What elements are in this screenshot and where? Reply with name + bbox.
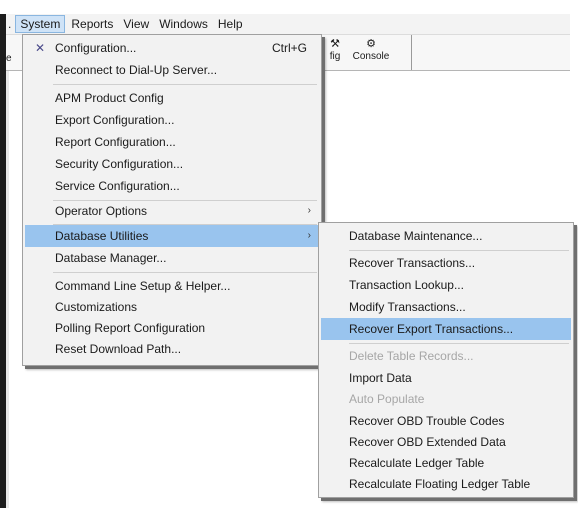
menu-item-label: Recover OBD Trouble Codes bbox=[349, 414, 505, 428]
submenu-item-delete-table-records: Delete Table Records... bbox=[321, 345, 571, 367]
toolbar-config-button[interactable]: ⚒ fig bbox=[324, 37, 346, 67]
toolbar-separator bbox=[411, 35, 412, 70]
menu-item-label: Import Data bbox=[349, 371, 412, 385]
menu-separator bbox=[349, 250, 569, 251]
submenu-item-modify-transactions[interactable]: Modify Transactions... bbox=[321, 296, 571, 318]
menu-item-label: Configuration... bbox=[55, 41, 137, 55]
menu-bar-fragment: . bbox=[8, 17, 12, 31]
database-utilities-submenu: Database Maintenance... Recover Transact… bbox=[318, 222, 574, 498]
menu-item-label: Export Configuration... bbox=[55, 113, 175, 127]
menu-item-label: Database Maintenance... bbox=[349, 229, 483, 243]
toolbar-fragment-label: e bbox=[6, 53, 12, 64]
submenu-item-recover-transactions[interactable]: Recover Transactions... bbox=[321, 252, 571, 274]
console-icon: ⚙ bbox=[366, 38, 376, 50]
menu-item-reset-download-path[interactable]: Reset Download Path... bbox=[25, 338, 319, 360]
toolbar-console-label: Console bbox=[352, 51, 390, 62]
submenu-item-recover-export-transactions[interactable]: Recover Export Transactions... bbox=[321, 318, 571, 340]
menu-item-label: Recover OBD Extended Data bbox=[349, 435, 506, 449]
submenu-item-recover-obd-trouble-codes[interactable]: Recover OBD Trouble Codes bbox=[321, 410, 571, 432]
menu-item-reconnect-dialup[interactable]: Reconnect to Dial-Up Server... bbox=[25, 59, 319, 81]
menu-item-polling-report-configuration[interactable]: Polling Report Configuration bbox=[25, 317, 319, 339]
config-icon: ⚒ bbox=[330, 38, 340, 50]
submenu-item-transaction-lookup[interactable]: Transaction Lookup... bbox=[321, 274, 571, 296]
system-menu: ✕ Configuration... Ctrl+G Reconnect to D… bbox=[22, 34, 322, 366]
configuration-icon: ✕ bbox=[35, 41, 46, 55]
menu-item-label: Modify Transactions... bbox=[349, 300, 466, 314]
menu-item-customizations[interactable]: Customizations bbox=[25, 296, 319, 318]
submenu-arrow-icon: › bbox=[307, 205, 311, 216]
menu-help[interactable]: Help bbox=[214, 15, 247, 33]
toolbar-config-label: fig bbox=[329, 51, 341, 62]
menu-item-label: Operator Options bbox=[55, 204, 148, 218]
menu-item-label: Database Utilities bbox=[55, 229, 149, 243]
menu-separator bbox=[349, 343, 569, 344]
menu-item-label: Reset Download Path... bbox=[55, 342, 182, 356]
menu-view[interactable]: View bbox=[119, 15, 153, 33]
toolbar-console-button[interactable]: ⚙ Console bbox=[349, 37, 393, 67]
menu-item-label: Reconnect to Dial-Up Server... bbox=[55, 63, 218, 77]
menu-bar: . System Reports View Windows Help bbox=[6, 14, 570, 35]
window-left-border bbox=[6, 14, 9, 508]
menu-item-label: Transaction Lookup... bbox=[349, 278, 464, 292]
menu-item-security-configuration[interactable]: Security Configuration... bbox=[25, 153, 319, 175]
menu-item-label: Service Configuration... bbox=[55, 179, 180, 193]
menu-item-label: Recalculate Ledger Table bbox=[349, 456, 485, 470]
submenu-item-database-maintenance[interactable]: Database Maintenance... bbox=[321, 225, 571, 247]
menu-item-configuration[interactable]: ✕ Configuration... Ctrl+G bbox=[25, 37, 319, 59]
menu-item-label: Report Configuration... bbox=[55, 135, 176, 149]
submenu-item-recalculate-ledger-table[interactable]: Recalculate Ledger Table bbox=[321, 452, 571, 474]
menu-item-database-manager[interactable]: Database Manager... bbox=[25, 247, 319, 269]
menu-system[interactable]: System bbox=[15, 15, 66, 33]
menu-item-operator-options[interactable]: Operator Options › bbox=[25, 200, 319, 222]
submenu-item-auto-populate: Auto Populate bbox=[321, 388, 571, 410]
menu-reports[interactable]: Reports bbox=[67, 15, 117, 33]
menu-item-label: Security Configuration... bbox=[55, 157, 184, 171]
menu-item-label: Delete Table Records... bbox=[349, 349, 474, 363]
menu-separator bbox=[53, 272, 317, 273]
menu-item-apm-product-config[interactable]: APM Product Config bbox=[25, 87, 319, 109]
menu-item-label: Recover Export Transactions... bbox=[349, 322, 514, 336]
menu-item-database-utilities[interactable]: Database Utilities › bbox=[25, 225, 319, 247]
application-window: . System Reports View Windows Help e ⚒ f… bbox=[0, 0, 578, 508]
menu-item-label: Auto Populate bbox=[349, 392, 425, 406]
submenu-item-import-data[interactable]: Import Data bbox=[321, 367, 571, 389]
menu-item-label: Polling Report Configuration bbox=[55, 321, 206, 335]
shortcut-label: Ctrl+G bbox=[271, 41, 307, 55]
menu-windows[interactable]: Windows bbox=[155, 15, 212, 33]
submenu-item-recover-obd-extended-data[interactable]: Recover OBD Extended Data bbox=[321, 431, 571, 453]
menu-item-label: Command Line Setup & Helper... bbox=[55, 279, 231, 293]
menu-item-service-configuration[interactable]: Service Configuration... bbox=[25, 175, 319, 197]
menu-item-export-configuration[interactable]: Export Configuration... bbox=[25, 109, 319, 131]
submenu-item-recalculate-floating-ledger-table[interactable]: Recalculate Floating Ledger Table bbox=[321, 473, 571, 495]
menu-separator bbox=[53, 84, 317, 85]
menu-item-label: Customizations bbox=[55, 300, 138, 314]
menu-item-label: APM Product Config bbox=[55, 91, 164, 105]
menu-item-label: Recover Transactions... bbox=[349, 256, 476, 270]
menu-item-report-configuration[interactable]: Report Configuration... bbox=[25, 131, 319, 153]
submenu-arrow-icon: › bbox=[307, 230, 311, 241]
menu-item-label: Recalculate Floating Ledger Table bbox=[349, 477, 531, 491]
menu-item-command-line-setup[interactable]: Command Line Setup & Helper... bbox=[25, 275, 319, 297]
menu-item-label: Database Manager... bbox=[55, 251, 167, 265]
